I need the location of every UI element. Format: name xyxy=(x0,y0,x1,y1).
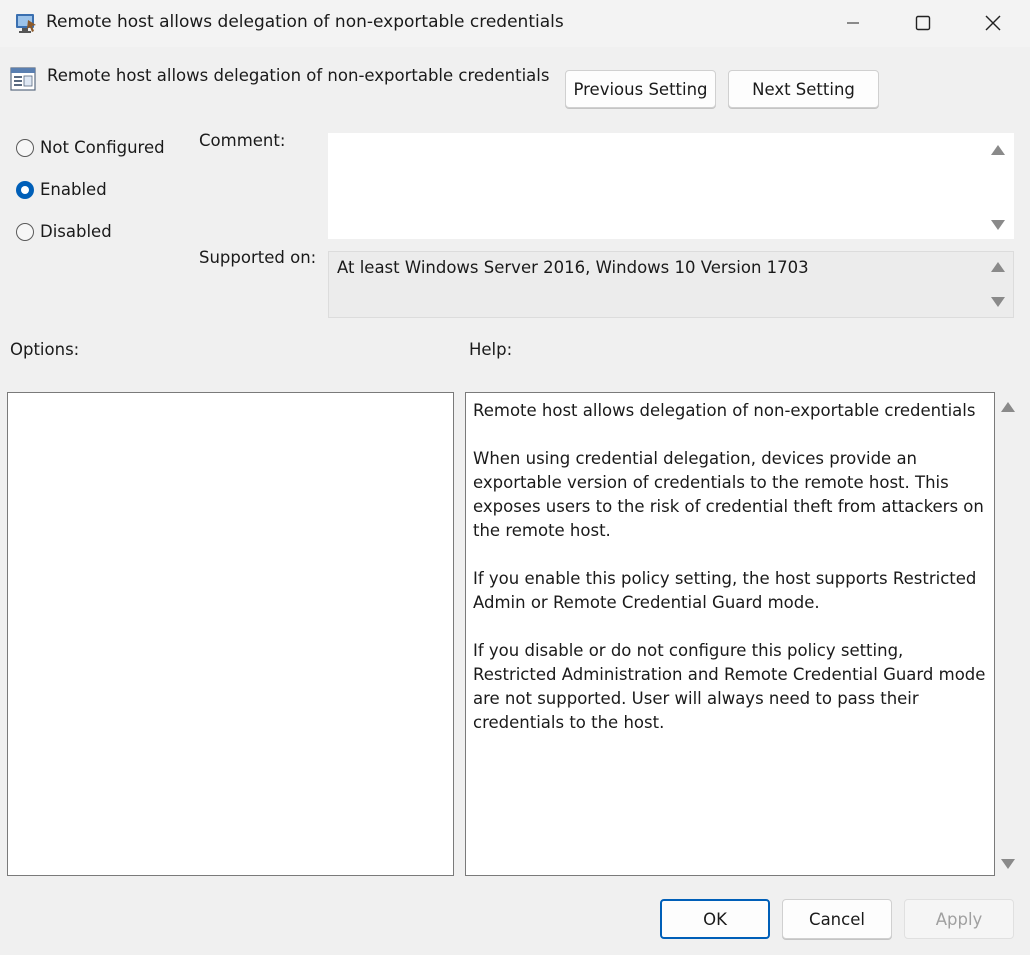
comment-field[interactable] xyxy=(328,133,1014,239)
help-scroll-down-icon[interactable] xyxy=(1001,859,1015,869)
minimize-icon xyxy=(847,22,859,24)
help-paragraph: Remote host allows delegation of non-exp… xyxy=(473,401,976,420)
maximize-button[interactable] xyxy=(888,0,958,46)
radio-not-configured[interactable]: Not Configured xyxy=(16,138,165,157)
help-label: Help: xyxy=(469,340,513,359)
options-label: Options: xyxy=(10,340,80,359)
close-icon xyxy=(985,15,1001,31)
ok-button[interactable]: OK xyxy=(660,899,770,939)
policy-setting-icon xyxy=(10,67,36,91)
app-icon xyxy=(16,14,36,33)
policy-title: Remote host allows delegation of non-exp… xyxy=(47,66,550,85)
help-panel: Remote host allows delegation of non-exp… xyxy=(465,392,995,876)
help-paragraph: If you enable this policy setting, the h… xyxy=(473,569,977,612)
radio-label-disabled: Disabled xyxy=(40,222,112,241)
supported-on-label: Supported on: xyxy=(199,248,317,267)
minimize-button[interactable] xyxy=(818,0,888,46)
help-text: Remote host allows delegation of non-exp… xyxy=(473,399,988,759)
scroll-up-icon[interactable] xyxy=(991,262,1005,272)
scroll-down-icon[interactable] xyxy=(991,297,1005,307)
scroll-down-icon[interactable] xyxy=(991,220,1005,230)
supported-on-field: At least Windows Server 2016, Windows 10… xyxy=(328,251,1014,318)
help-paragraph: When using credential delegation, device… xyxy=(473,449,984,540)
apply-button[interactable]: Apply xyxy=(904,899,1014,939)
radio-label-not-configured: Not Configured xyxy=(40,138,165,157)
help-scroll-up-icon[interactable] xyxy=(1001,402,1015,412)
maximize-icon xyxy=(915,15,931,31)
radio-disabled[interactable]: Disabled xyxy=(16,222,112,241)
radio-enabled[interactable]: Enabled xyxy=(16,180,107,199)
window-title: Remote host allows delegation of non-exp… xyxy=(46,12,564,32)
radio-button-unchecked[interactable] xyxy=(16,138,34,157)
comment-label: Comment: xyxy=(199,131,286,150)
radio-button-unchecked[interactable] xyxy=(16,222,34,241)
next-setting-button[interactable]: Next Setting xyxy=(728,70,879,108)
cancel-button[interactable]: Cancel xyxy=(782,899,892,939)
close-button[interactable] xyxy=(958,0,1028,46)
help-paragraph: If you disable or do not configure this … xyxy=(473,641,986,732)
radio-label-enabled: Enabled xyxy=(40,180,107,199)
radio-button-checked[interactable] xyxy=(16,180,34,199)
scroll-up-icon[interactable] xyxy=(991,145,1005,155)
options-panel xyxy=(7,392,454,876)
supported-on-value: At least Windows Server 2016, Windows 10… xyxy=(337,258,809,277)
previous-setting-button[interactable]: Previous Setting xyxy=(565,70,716,108)
